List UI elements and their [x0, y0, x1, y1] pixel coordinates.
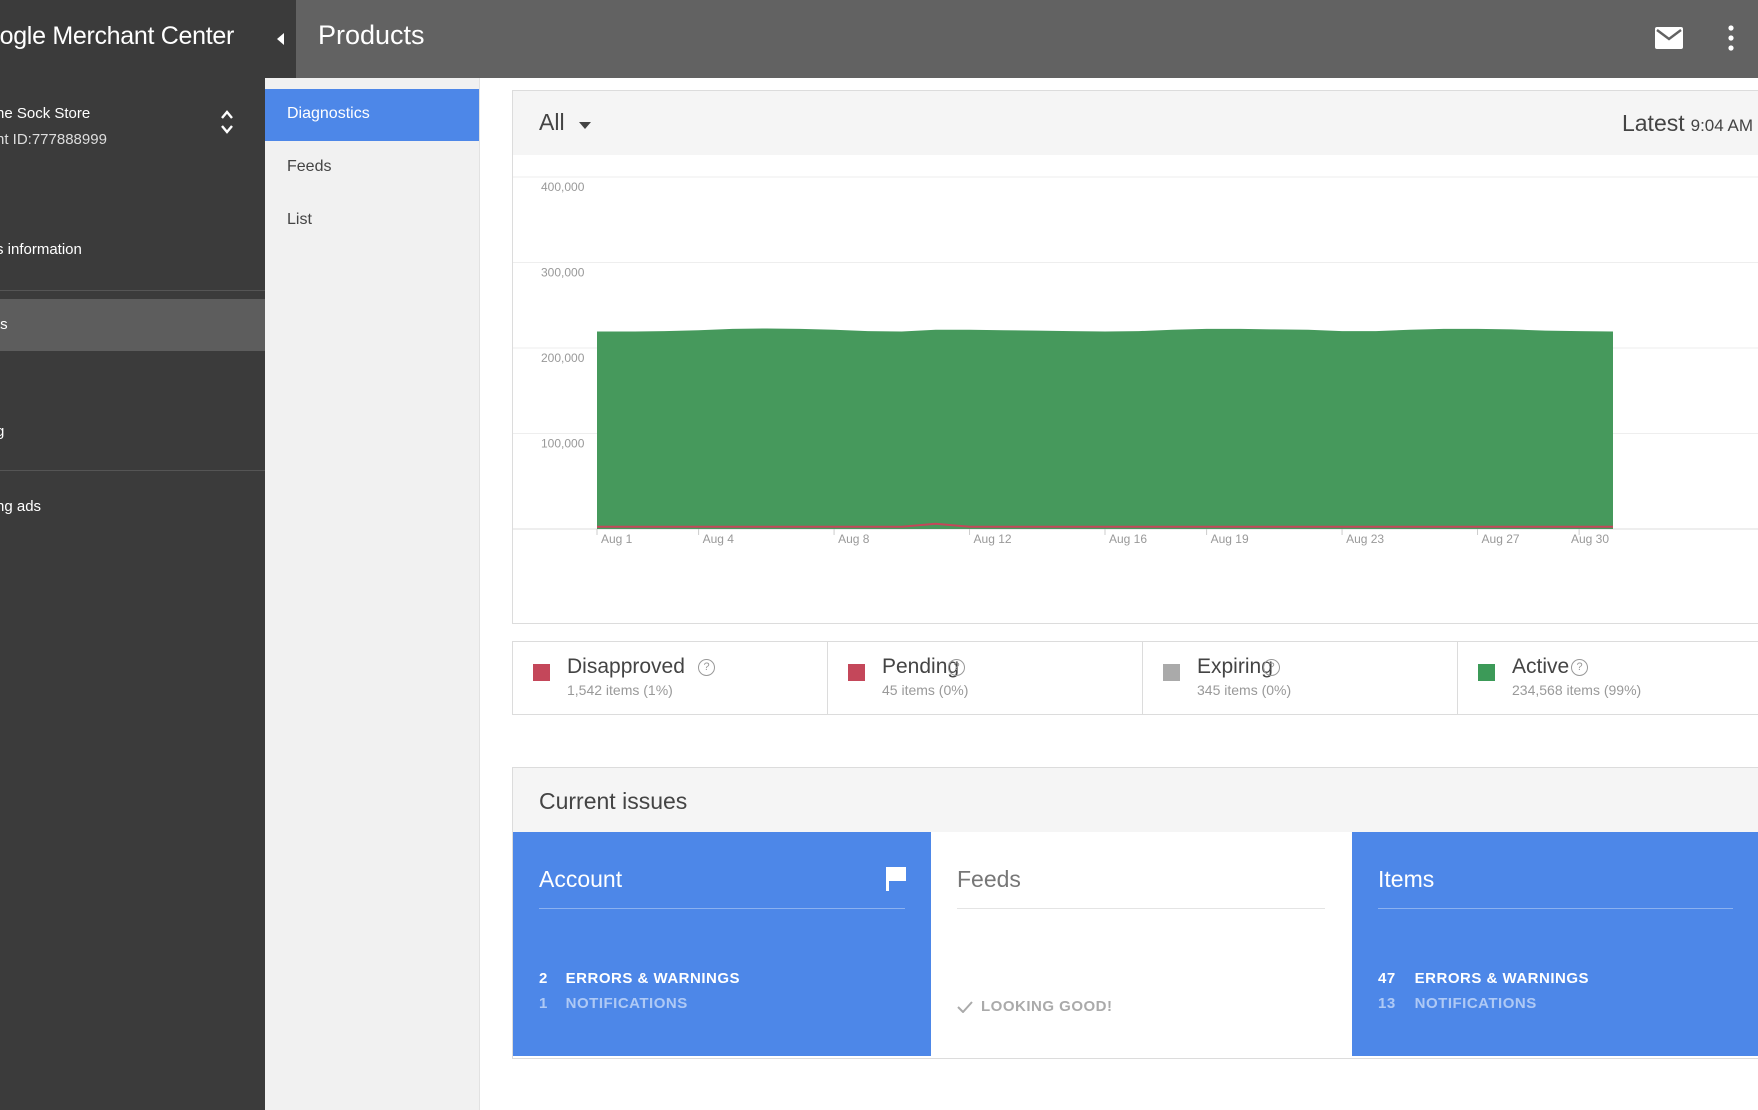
issue-card-divider — [539, 908, 905, 909]
errors-warnings-count: 47 ERRORS & WARNINGS — [1378, 970, 1590, 987]
sidebar-divider — [0, 470, 265, 471]
latest-time: 9:04 AM — [1690, 116, 1753, 135]
help-icon[interactable]: ? — [948, 659, 965, 676]
notifications-button[interactable] — [1651, 20, 1687, 56]
x-tick-label: Aug 19 — [1211, 532, 1249, 546]
x-tick-label: Aug 16 — [1109, 532, 1147, 546]
page-title: Products — [318, 20, 425, 50]
more-options-button[interactable] — [1717, 20, 1747, 56]
subnav-item-feeds[interactable]: Feeds — [265, 142, 479, 194]
x-tick-label: Aug 30 — [1571, 532, 1609, 546]
subnav-item-label: Feeds — [287, 158, 332, 175]
legend-pending[interactable]: Pending ? 45 items (0%) — [828, 642, 1143, 714]
legend-name: Expiring — [1197, 655, 1273, 678]
active-area-series — [597, 328, 1613, 529]
more-vert-icon — [1728, 25, 1734, 51]
subnav-item-label: Diagnostics — [287, 105, 370, 122]
help-icon[interactable]: ? — [1263, 659, 1280, 676]
issue-card-title: Account — [539, 866, 623, 892]
issues-title: Current issues — [539, 788, 688, 814]
legend-active[interactable]: Active ? 234,568 items (99%) — [1458, 642, 1758, 714]
subnav-item-label: List — [287, 211, 312, 228]
top-bar: oogle Merchant Center Products — [0, 0, 1758, 78]
y-tick-label: 200,000 — [541, 351, 585, 365]
latest-update: Latest 9:04 AM — [1622, 110, 1753, 137]
issues-header: Current issues — [513, 768, 1758, 832]
legend-swatch — [533, 664, 550, 681]
brand-area: oogle Merchant Center — [0, 0, 296, 78]
help-icon[interactable]: ? — [1571, 659, 1588, 676]
sidebar-item-shipping[interactable]: g — [0, 406, 265, 458]
legend-swatch — [848, 664, 865, 681]
legend-count: 45 items (0%) — [882, 682, 969, 698]
subnav-item-diagnostics[interactable]: Diagnostics — [265, 89, 479, 141]
x-tick-label: Aug 1 — [601, 532, 633, 546]
x-tick-label: Aug 23 — [1346, 532, 1384, 546]
account-id: nt ID:777888999 — [0, 131, 107, 148]
y-tick-label: 300,000 — [541, 266, 585, 280]
status-legend: Disapproved ? 1,542 items (1%) Pending ?… — [512, 641, 1758, 715]
dropdown-arrow-icon — [579, 122, 592, 130]
account-issues-card[interactable]: Account 2 ERRORS & WARNINGS 1 NOTIFICATI… — [513, 832, 931, 1056]
legend-disapproved[interactable]: Disapproved ? 1,542 items (1%) — [513, 642, 828, 714]
app-brand: oogle Merchant Center — [0, 22, 235, 50]
help-icon[interactable]: ? — [698, 659, 715, 676]
sidebar-item-products[interactable]: ts — [0, 299, 265, 351]
legend-name: Active — [1512, 655, 1570, 678]
diagnostics-chart-card: All Latest 9:04 AM 400,000 300,000 200,000 1… — [512, 90, 1758, 624]
sidebar-divider — [0, 290, 265, 291]
latest-label: Latest — [1621, 110, 1685, 136]
main-sidebar: ne Sock Store nt ID:777888999 s informat… — [0, 78, 265, 1110]
feeds-status: LOOKING GOOD! — [957, 998, 1113, 1015]
product-status-chart: 400,000 300,000 200,000 100,000 Aug 1 Aug 4 Au… — [513, 176, 1758, 546]
legend-swatch — [1478, 664, 1495, 681]
x-tick-label: Aug 27 — [1482, 532, 1520, 546]
sidebar-item-label: ts — [0, 316, 8, 333]
subnav-item-list[interactable]: List — [265, 195, 479, 247]
account-name: ne Sock Store — [0, 105, 91, 122]
account-switcher-button[interactable] — [214, 104, 242, 140]
y-tick-label: 400,000 — [541, 180, 585, 194]
issue-card-divider — [1378, 908, 1733, 909]
items-issues-card[interactable]: Items 47 ERRORS & WARNINGS 13 NOTIFICATI… — [1352, 832, 1758, 1056]
issue-card-title: Items — [1378, 866, 1435, 892]
legend-name: Disapproved — [567, 655, 685, 678]
issue-card-title: Feeds — [957, 866, 1021, 892]
products-subnav: Diagnostics Feeds List — [265, 78, 480, 1110]
check-icon — [957, 1001, 973, 1014]
current-issues-card: Current issues Account 2 ERRORS & WARNIN… — [512, 767, 1758, 1059]
x-tick-label: Aug 8 — [838, 532, 870, 546]
sidebar-item-shopping-ads[interactable]: ng ads — [0, 481, 265, 533]
filter-value: All — [539, 109, 565, 135]
main-content: All Latest 9:04 AM 400,000 300,000 200,000 1… — [480, 78, 1758, 1110]
product-filter-dropdown[interactable]: All — [539, 109, 592, 139]
notifications-count: 1 NOTIFICATIONS — [539, 995, 688, 1012]
x-tick-label: Aug 4 — [703, 532, 735, 546]
legend-count: 234,568 items (99%) — [1512, 682, 1642, 698]
x-tick-label: Aug 12 — [974, 532, 1012, 546]
mail-icon — [1655, 27, 1683, 49]
legend-expiring[interactable]: Expiring ? 345 items (0%) — [1143, 642, 1458, 714]
issue-card-divider — [957, 908, 1325, 909]
sidebar-item-label: g — [0, 423, 5, 440]
flag-icon — [886, 867, 906, 891]
legend-swatch — [1163, 664, 1180, 681]
feeds-issues-card[interactable]: Feeds LOOKING GOOD! — [931, 832, 1351, 1056]
notifications-count: 13 NOTIFICATIONS — [1378, 995, 1537, 1012]
collapse-sidebar-button[interactable] — [272, 25, 292, 53]
unfold-icon — [221, 110, 233, 134]
sidebar-item-label: ng ads — [0, 498, 42, 515]
y-tick-label: 100,000 — [541, 437, 585, 451]
chevron-left-icon — [277, 33, 284, 45]
chart-header: All Latest 9:04 AM — [513, 91, 1758, 155]
sidebar-item-label: s information — [0, 241, 82, 258]
sidebar-item-business-information[interactable]: s information — [0, 224, 265, 276]
legend-count: 1,542 items (1%) — [567, 682, 673, 698]
legend-count: 345 items (0%) — [1197, 682, 1292, 698]
errors-warnings-count: 2 ERRORS & WARNINGS — [539, 970, 741, 987]
